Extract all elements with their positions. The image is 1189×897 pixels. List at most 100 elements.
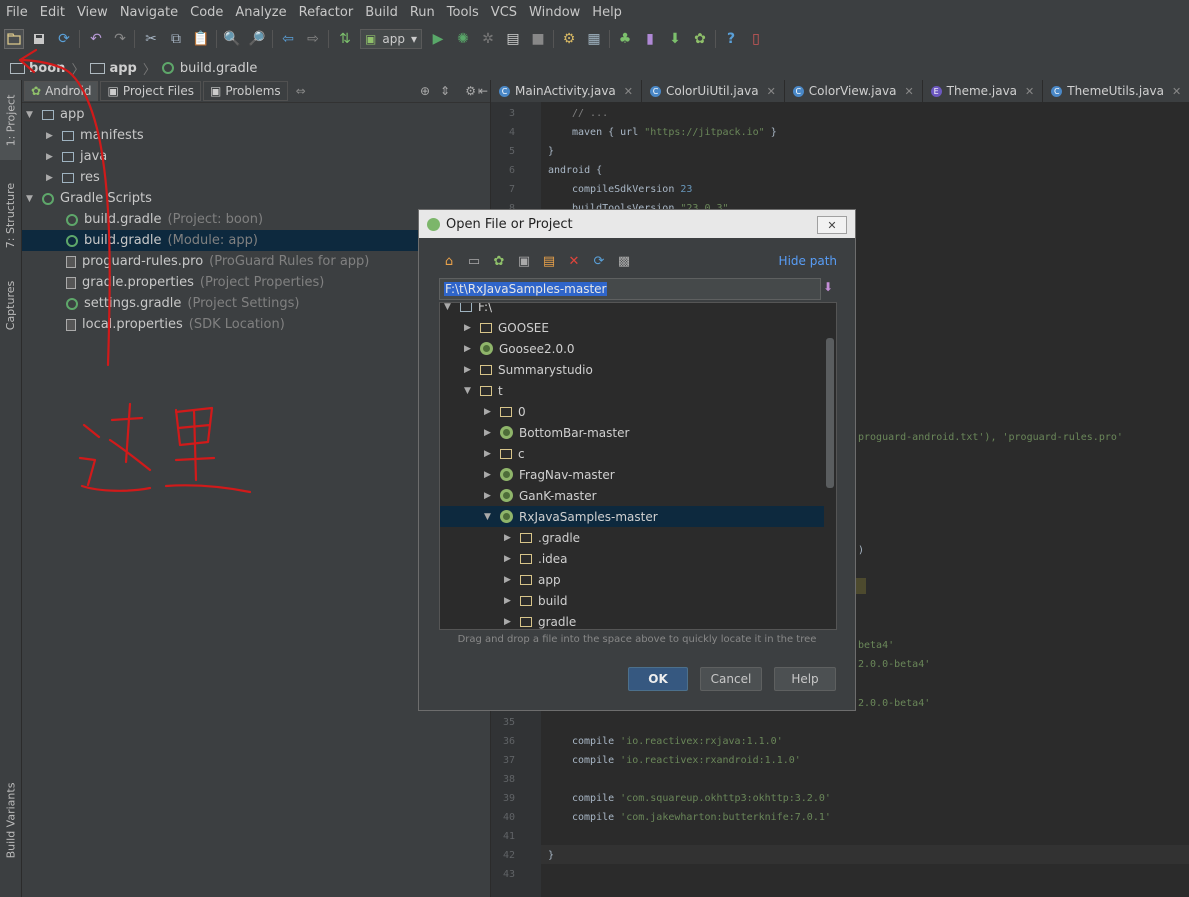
breadcrumb-item-boon[interactable]: boon xyxy=(6,61,69,76)
redo-icon[interactable]: ↷ xyxy=(110,29,130,49)
menu-build[interactable]: Build xyxy=(359,5,404,20)
tree-item-proguard-rules[interactable]: proguard-rules.pro (ProGuard Rules for ap… xyxy=(66,251,369,272)
desktop-icon[interactable]: ▭ xyxy=(464,251,484,271)
tree-item-gradle-scripts[interactable]: ▼ Gradle Scripts xyxy=(26,188,152,209)
replace-icon[interactable]: 🔎 xyxy=(247,29,267,49)
file-tree-row[interactable]: ▼ F:\ xyxy=(444,303,492,317)
attach-debugger-icon[interactable]: ✲ xyxy=(478,29,498,49)
menu-navigate[interactable]: Navigate xyxy=(114,5,184,20)
close-icon[interactable]: ✕ xyxy=(1172,85,1181,98)
run-icon[interactable]: ▶ xyxy=(428,29,448,49)
close-icon[interactable]: ✕ xyxy=(624,85,633,98)
menu-refactor[interactable]: Refactor xyxy=(293,5,360,20)
file-tree-row[interactable]: ▼ t xyxy=(464,380,503,401)
history-icon[interactable]: ⬇ xyxy=(823,280,837,298)
menu-run[interactable]: Run xyxy=(404,5,441,20)
editor-tab-mainactivity[interactable]: C MainActivity.java ✕ xyxy=(491,80,642,102)
ok-button[interactable]: OK xyxy=(628,667,688,691)
breadcrumb-item-app[interactable]: app xyxy=(86,61,140,76)
android-monitor-icon[interactable]: ✿ xyxy=(690,29,710,49)
menu-analyze[interactable]: Analyze xyxy=(229,5,292,20)
debug-icon[interactable]: ✺ xyxy=(453,29,473,49)
file-tree-row[interactable]: ▶ Summarystudio xyxy=(464,359,593,380)
menu-help[interactable]: Help xyxy=(586,5,628,20)
close-icon[interactable]: ✕ xyxy=(1025,85,1034,98)
tab-project-files[interactable]: ▣ Project Files xyxy=(100,81,202,101)
menu-window[interactable]: Window xyxy=(523,5,586,20)
hide-path-link[interactable]: Hide path xyxy=(779,254,837,268)
module-icon[interactable]: ▣ xyxy=(514,251,534,271)
settings-icon[interactable]: ⚙ xyxy=(559,29,579,49)
refresh-icon[interactable]: ⟳ xyxy=(589,251,609,271)
file-tree-row[interactable]: ▶ FragNav-master xyxy=(484,464,615,485)
project-structure-icon[interactable]: ▦ xyxy=(584,29,604,49)
tree-item-res[interactable]: ▶ res xyxy=(46,167,100,188)
project-icon[interactable]: ✿ xyxy=(489,251,509,271)
menu-edit[interactable]: Edit xyxy=(34,5,71,20)
tool-tab-captures[interactable]: Captures xyxy=(0,270,21,340)
close-icon[interactable]: ✕ xyxy=(767,85,776,98)
menu-file[interactable]: File xyxy=(0,5,34,20)
avd-manager-icon[interactable]: ▮ xyxy=(640,29,660,49)
file-tree-row[interactable]: ▶ GOOSEE xyxy=(464,317,549,338)
run-configuration-select[interactable]: ▣ app ▾ xyxy=(360,29,422,49)
tool-tab-structure[interactable]: 7: Structure xyxy=(0,170,21,260)
gradle-sync-icon[interactable]: ♣ xyxy=(615,29,635,49)
scrollbar[interactable] xyxy=(826,338,834,488)
locate-icon[interactable]: ⊕ xyxy=(420,84,430,98)
file-tree-row[interactable]: ▶ app xyxy=(504,569,561,590)
collapse-icon[interactable]: ⇕ xyxy=(440,84,450,98)
close-button[interactable]: ✕ xyxy=(817,216,847,234)
breadcrumb-item-build-gradle[interactable]: build.gradle xyxy=(158,61,262,76)
tool-tab-build-variants[interactable]: Build Variants xyxy=(0,770,21,870)
make-project-icon[interactable]: ⇅ xyxy=(335,29,355,49)
help-button[interactable]: Help xyxy=(774,667,836,691)
path-input[interactable]: F:\t\RxJavaSamples-master xyxy=(439,278,821,300)
tree-item-gradle-properties[interactable]: gradle.properties (Project Properties) xyxy=(66,272,324,293)
tab-android[interactable]: ✿ Android xyxy=(24,81,99,101)
home-icon[interactable]: ⌂ xyxy=(439,251,459,271)
tab-problems[interactable]: ▣ Problems xyxy=(203,81,288,101)
file-tree-row[interactable]: ▶ .gradle xyxy=(504,527,580,548)
editor-tab-theme[interactable]: E Theme.java ✕ xyxy=(923,80,1044,102)
new-folder-icon[interactable]: ▤ xyxy=(539,251,559,271)
tool-tab-project[interactable]: 1: Project xyxy=(0,80,21,160)
close-icon[interactable]: ✕ xyxy=(904,85,913,98)
back-icon[interactable]: ⇦ xyxy=(278,29,298,49)
tab-switch-icon[interactable]: ⇔ xyxy=(296,84,306,98)
open-folder-icon[interactable] xyxy=(4,29,24,49)
menu-tools[interactable]: Tools xyxy=(441,5,485,20)
file-tree-row[interactable]: ▶ c xyxy=(484,443,525,464)
file-tree-row[interactable]: ▶ GanK-master xyxy=(484,485,597,506)
tree-item-manifests[interactable]: ▶ manifests xyxy=(46,125,144,146)
help-icon[interactable]: ? xyxy=(721,29,741,49)
tree-item-java[interactable]: ▶ java xyxy=(46,146,107,167)
show-hidden-icon[interactable]: ▩ xyxy=(614,251,634,271)
cancel-button[interactable]: Cancel xyxy=(700,667,762,691)
device-icon[interactable]: ▯ xyxy=(746,29,766,49)
stop-icon[interactable]: ■ xyxy=(528,29,548,49)
paste-icon[interactable]: 📋 xyxy=(191,29,211,49)
forward-icon[interactable]: ⇨ xyxy=(303,29,323,49)
file-tree-row[interactable]: ▶ gradle xyxy=(504,611,576,629)
undo-icon[interactable]: ↶ xyxy=(86,29,106,49)
tree-item-build-gradle-project[interactable]: build.gradle (Project: boon) xyxy=(66,209,263,230)
file-tree-row[interactable]: ▶ Goosee2.0.0 xyxy=(464,338,575,359)
editor-tab-colorview[interactable]: C ColorView.java ✕ xyxy=(785,80,923,102)
file-tree-row[interactable]: ▶ build xyxy=(504,590,568,611)
delete-icon[interactable]: ✕ xyxy=(564,251,584,271)
file-tree-row-selected[interactable]: ▼ RxJavaSamples-master xyxy=(440,506,824,527)
hide-panel-icon[interactable]: ⇤ xyxy=(478,84,488,98)
file-tree-row[interactable]: ▶ BottomBar-master xyxy=(484,422,629,443)
tree-item-app[interactable]: ▼ app xyxy=(26,104,84,125)
copy-icon[interactable]: ⧉ xyxy=(166,29,186,49)
file-tree-row[interactable]: ▶ .idea xyxy=(504,548,568,569)
file-tree[interactable]: ▼ F:\ ▶ GOOSEE ▶ Goosee2.0.0 ▶ Summarystudio… xyxy=(439,302,837,630)
tree-item-settings-gradle[interactable]: settings.gradle (Project Settings) xyxy=(66,293,299,314)
menu-vcs[interactable]: VCS xyxy=(485,5,523,20)
menu-view[interactable]: View xyxy=(71,5,114,20)
cut-icon[interactable]: ✂ xyxy=(141,29,161,49)
save-all-icon[interactable] xyxy=(29,29,49,49)
file-tree-row[interactable]: ▶ 0 xyxy=(484,401,526,422)
gear-icon[interactable]: ⚙ xyxy=(465,84,476,98)
